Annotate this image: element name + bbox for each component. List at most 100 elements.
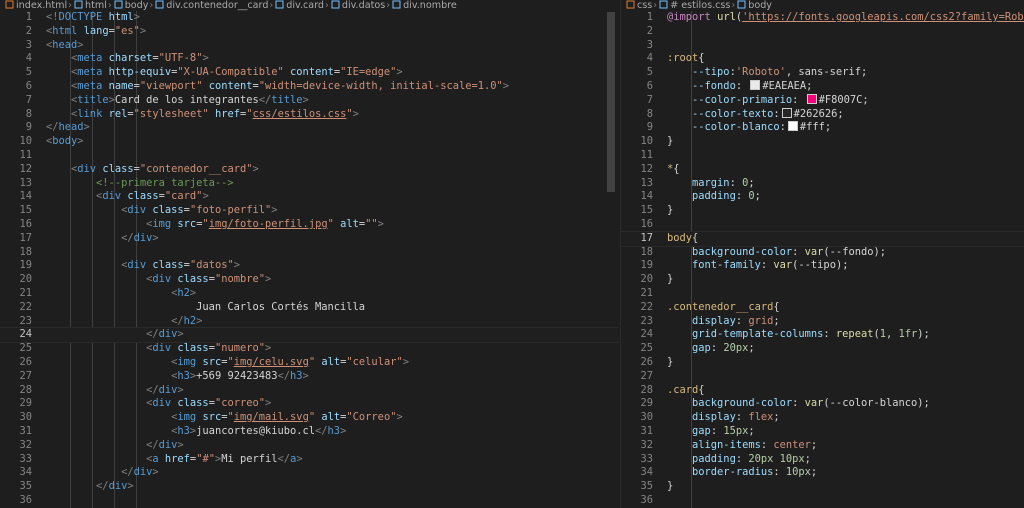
code-line[interactable]: 22 Juan Carlos Cortés Mancilla: [0, 301, 618, 315]
code-line[interactable]: 17 body{: [621, 230, 1024, 247]
code-line[interactable]: 2: [621, 25, 1024, 39]
code-line[interactable]: 8 <link rel="stylesheet" href="css/estil…: [0, 108, 618, 122]
css-editor-pane[interactable]: css› # estilos.css› body 1 @import url('htt…: [620, 0, 1024, 508]
code-token: alt: [340, 217, 359, 230]
code-line[interactable]: 9 --color-blanco: #fff;: [621, 121, 1024, 135]
code-line[interactable]: 33 padding: 20px 10px;: [621, 453, 1024, 467]
breadcrumb-item[interactable]: div.nombre: [403, 0, 457, 11]
color-swatch-icon[interactable]: [787, 121, 798, 132]
breadcrumb-item[interactable]: html: [85, 0, 107, 11]
code-line[interactable]: 35}: [621, 480, 1024, 494]
code-line[interactable]: 30 display: flex;: [621, 411, 1024, 425]
code-line[interactable]: 31 gap: 15px;: [621, 425, 1024, 439]
code-line[interactable]: 18: [0, 246, 618, 260]
code-line[interactable]: 5 <meta http-equiv="X-UA-Compatible" con…: [0, 66, 618, 80]
code-line[interactable]: 19 <div class="datos">: [0, 259, 618, 273]
code-area[interactable]: 1 @import url('https://fonts.googleapis.c…: [621, 11, 1024, 508]
code-line[interactable]: 35 </div>: [0, 480, 618, 494]
code-line[interactable]: 4 <meta charset="UTF-8">: [0, 52, 618, 66]
code-line[interactable]: 23 display: grid;: [621, 315, 1024, 329]
code-line[interactable]: 29 background-color: var(--color-blanco)…: [621, 397, 1024, 411]
code-line[interactable]: 26}: [621, 356, 1024, 370]
code-line[interactable]: 30 <img src="img/mail.svg" alt="Correo">: [0, 411, 618, 425]
code-line[interactable]: 7 <title>Card de los integrantes</title>: [0, 94, 618, 108]
code-area[interactable]: 1 <!DOCTYPE html> 2 <html lang="es"> 3 <head>…: [0, 11, 618, 508]
code-token: meta: [77, 66, 103, 79]
code-line[interactable]: 27: [621, 370, 1024, 384]
code-line[interactable]: 31 <h3>juancortes@kiubo.cl</h3>: [0, 425, 618, 439]
code-token: src: [202, 355, 222, 368]
code-line[interactable]: 8 --color-texto: #262626;: [621, 107, 1024, 122]
code-line[interactable]: 36: [0, 494, 618, 508]
code-line[interactable]: 29 <div class="correo">: [0, 397, 618, 411]
code-line[interactable]: 20 <div class="nombre">: [0, 273, 618, 287]
code-line[interactable]: 17 </div>: [0, 232, 618, 246]
code-line[interactable]: 34 border-radius: 10px;: [621, 466, 1024, 480]
breadcrumb-item[interactable]: div.card: [286, 0, 324, 11]
code-line[interactable]: 11: [621, 149, 1024, 163]
html-editor-pane[interactable]: index.html› html› body› div.contenedor__car…: [0, 0, 618, 508]
code-line[interactable]: 25 <div class="numero">: [0, 342, 618, 356]
breadcrumb-item[interactable]: body: [125, 0, 149, 11]
code-line[interactable]: 3 <head>: [0, 39, 618, 53]
code-line[interactable]: 4:root{: [621, 52, 1024, 66]
breadcrumb-item[interactable]: body: [748, 0, 772, 11]
code-line[interactable]: 14 <div class="card">: [0, 190, 618, 204]
code-line[interactable]: 15}: [621, 204, 1024, 218]
code-line[interactable]: 28 .card{: [621, 384, 1024, 398]
vertical-scrollbar[interactable]: [607, 12, 615, 192]
color-swatch-icon[interactable]: [750, 79, 761, 90]
code-line[interactable]: 21 <h2>: [0, 287, 618, 301]
code-line[interactable]: 15 <div class="foto-perfil">: [0, 204, 618, 218]
code-line[interactable]: 12 *{: [621, 163, 1024, 177]
code-line[interactable]: 32 </div>: [0, 439, 618, 453]
code-token: </: [121, 466, 134, 479]
breadcrumb-item[interactable]: # estilos.css: [670, 0, 730, 11]
code-token: href: [164, 452, 190, 465]
code-token: </: [277, 452, 291, 465]
code-line[interactable]: 1 @import url('https://fonts.googleapis.c…: [621, 11, 1024, 25]
code-line[interactable]: 19 font-family: var(--tipo);: [621, 259, 1024, 273]
code-line[interactable]: 5 --tipo:'Roboto', sans-serif;: [621, 66, 1024, 80]
code-line[interactable]: 24 grid-template-columns: repeat(1, 1fr)…: [621, 328, 1024, 342]
breadcrumb-item[interactable]: div.datos: [342, 0, 385, 11]
code-line[interactable]: 13 margin: 0;: [621, 177, 1024, 191]
code-token: link: [77, 107, 103, 120]
breadcrumb-item[interactable]: div.contenedor__card: [166, 0, 268, 11]
code-line[interactable]: 7 --color-primario: #F8007C;: [621, 93, 1024, 108]
code-line[interactable]: 2 <html lang="es">: [0, 25, 618, 39]
code-line[interactable]: 22 .contenedor__card{: [621, 301, 1024, 315]
color-swatch-icon[interactable]: [781, 107, 792, 118]
code-line[interactable]: 25 gap: 20px;: [621, 342, 1024, 356]
code-line[interactable]: 36: [621, 494, 1024, 508]
code-line[interactable]: 14 padding: 0;: [621, 190, 1024, 204]
breadcrumb-item[interactable]: css: [637, 0, 652, 11]
code-line[interactable]: 16: [621, 218, 1024, 232]
code-line[interactable]: 34 </div>: [0, 466, 618, 480]
code-line[interactable]: 21: [621, 287, 1024, 301]
code-line[interactable]: 6 --fondo: #EAEAEA;: [621, 79, 1024, 94]
code-line[interactable]: 1 <!DOCTYPE html>: [0, 11, 618, 25]
code-line[interactable]: 20}: [621, 273, 1024, 287]
code-line[interactable]: 26 <img src="img/celu.svg" alt="celular"…: [0, 356, 618, 370]
code-token: "datos": [189, 259, 234, 272]
code-line[interactable]: 11: [0, 149, 618, 163]
code-line[interactable]: 24 </div>: [0, 327, 618, 344]
code-line[interactable]: 28 </div>: [0, 384, 618, 398]
code-line[interactable]: 9 </head>: [0, 121, 618, 135]
code-line[interactable]: 6 <meta name="viewport" content="width=d…: [0, 80, 618, 94]
code-line[interactable]: 10}: [621, 135, 1024, 149]
code-line[interactable]: 13 <!--primera tarjeta-->: [0, 177, 618, 191]
code-line[interactable]: 12 <div class="contenedor__card">: [0, 163, 618, 177]
line-number: 18: [640, 245, 653, 258]
code-line[interactable]: 16 <img src="img/foto-perfil.jpg" alt=""…: [0, 218, 618, 232]
code-line[interactable]: 33 <a href="#">Mi perfil</a>: [0, 453, 618, 467]
color-swatch-icon[interactable]: [806, 93, 817, 104]
code-line[interactable]: 18 background-color: var(--fondo);: [621, 246, 1024, 260]
code-line[interactable]: 3: [621, 39, 1024, 53]
breadcrumb-item[interactable]: index.html: [16, 0, 67, 11]
code-line[interactable]: 23 </h2>: [0, 315, 618, 329]
code-line[interactable]: 32 align-items: center;: [621, 439, 1024, 453]
code-line[interactable]: 27 <h3>+569 92423483</h3>: [0, 370, 618, 384]
code-line[interactable]: 10 <body>: [0, 135, 618, 149]
